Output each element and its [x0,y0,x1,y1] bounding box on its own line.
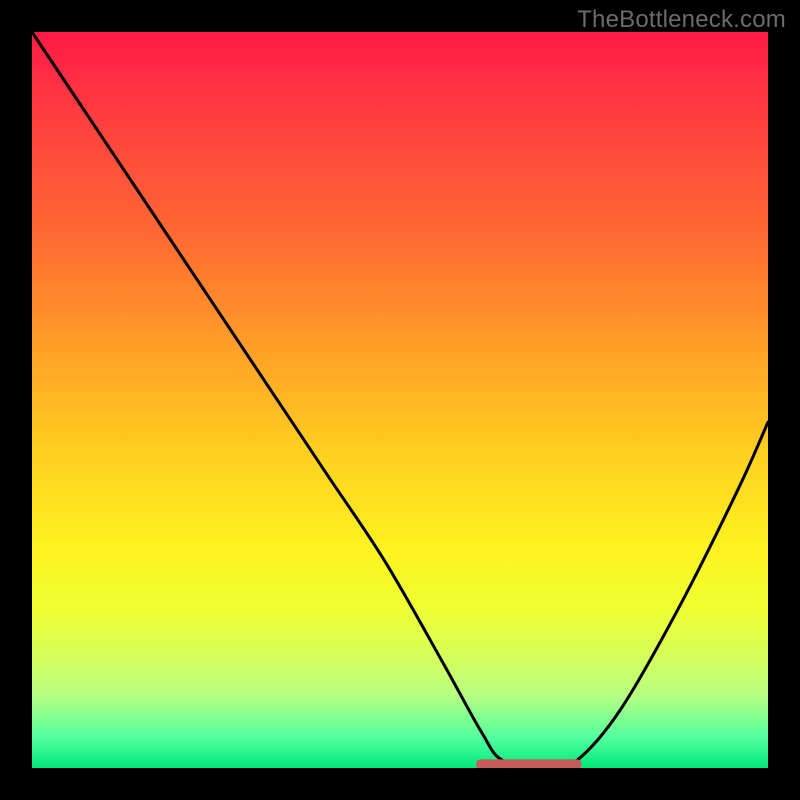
watermark-text: TheBottleneck.com [577,6,786,34]
curve-path [32,32,768,768]
bottleneck-curve [32,32,768,768]
chart-frame: TheBottleneck.com [0,0,800,800]
chart-plot-area [32,32,768,768]
